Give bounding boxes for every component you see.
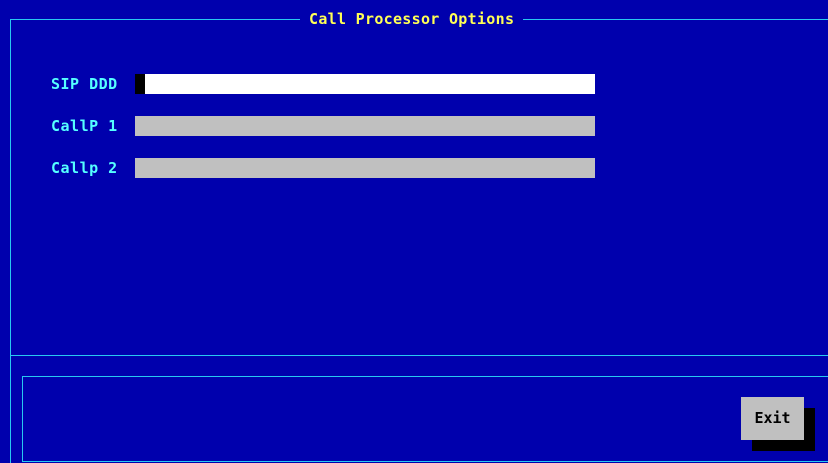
frame-left-border	[10, 356, 11, 463]
exit-button[interactable]: Exit	[741, 397, 804, 440]
callp-2-input[interactable]	[135, 158, 595, 178]
options-dialog-frame	[10, 19, 828, 356]
callp-2-label: Callp 2	[51, 159, 118, 177]
call-processor-options-screen: Call Processor Options SIP DDD CallP 1 C…	[0, 0, 828, 463]
dialog-title: Call Processor Options	[300, 9, 524, 29]
sip-ddd-label: SIP DDD	[51, 75, 118, 93]
callp-1-input[interactable]	[135, 116, 595, 136]
callp-1-label: CallP 1	[51, 117, 118, 135]
sip-ddd-input[interactable]	[135, 74, 595, 94]
button-bar-frame	[22, 376, 828, 462]
text-cursor	[135, 74, 145, 94]
